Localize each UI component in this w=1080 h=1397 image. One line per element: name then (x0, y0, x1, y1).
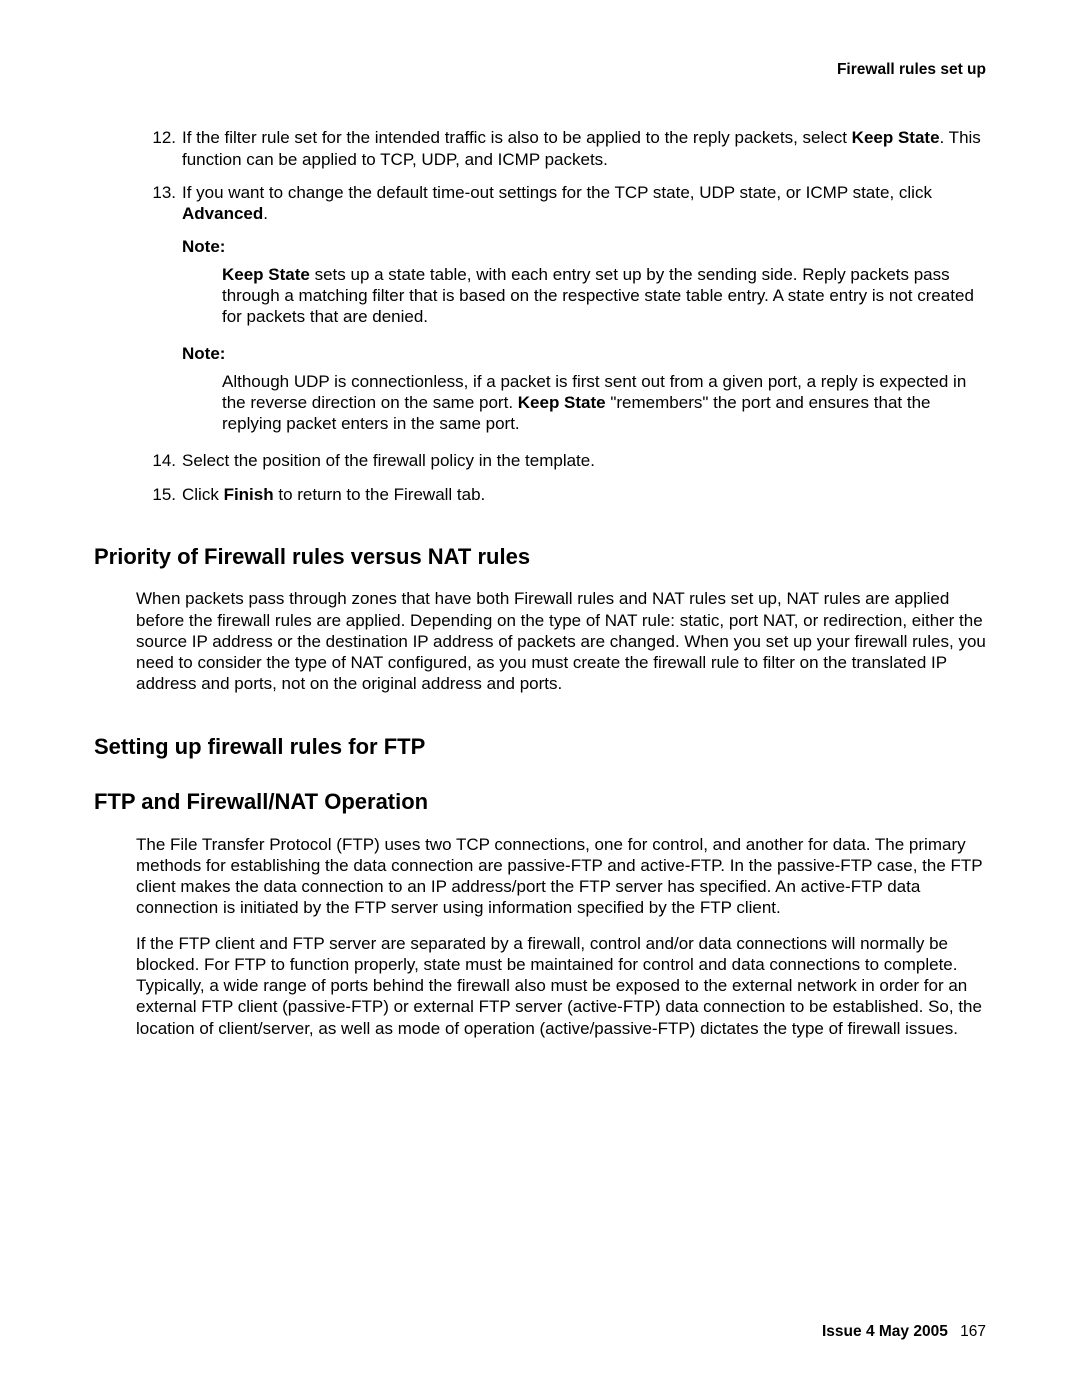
priority-body: When packets pass through zones that hav… (136, 588, 986, 694)
step-14: 14. Select the position of the firewall … (94, 450, 986, 471)
text: If you want to change the default time-o… (182, 183, 932, 202)
step-body: Select the position of the firewall poli… (182, 450, 986, 471)
keep-state-term: Keep State (518, 393, 606, 412)
step-12: 12. If the filter rule set for the inten… (94, 127, 986, 170)
ftp-operation-heading: FTP and Firewall/NAT Operation (94, 788, 986, 816)
keep-state-term: Keep State (222, 265, 310, 284)
step-number: 14. (146, 450, 176, 471)
ftp-setup-heading: Setting up firewall rules for FTP (94, 733, 986, 761)
advanced-term: Advanced (182, 204, 263, 223)
step-number: 15. (146, 484, 176, 505)
step-number: 13. (146, 182, 176, 225)
step-13: 13. If you want to change the default ti… (94, 182, 986, 225)
text: Select the position of the firewall poli… (182, 451, 595, 470)
step-number: 12. (146, 127, 176, 170)
text: If the filter rule set for the intended … (182, 128, 852, 147)
text: . (263, 204, 268, 223)
step-body: Click Finish to return to the Firewall t… (182, 484, 986, 505)
step-body: If you want to change the default time-o… (182, 182, 986, 225)
step-body: If the filter rule set for the intended … (182, 127, 986, 170)
note-body-1: Keep State sets up a state table, with e… (222, 264, 986, 328)
note-body-2: Although UDP is connectionless, if a pac… (222, 371, 986, 435)
step-15: 15. Click Finish to return to the Firewa… (94, 484, 986, 505)
keep-state-term: Keep State (852, 128, 940, 147)
finish-term: Finish (224, 485, 274, 504)
page-footer: Issue 4 May 2005 167 (822, 1322, 986, 1341)
note-label-1: Note: (182, 236, 986, 257)
issue-date: Issue 4 May 2005 (822, 1323, 948, 1340)
text: sets up a state table, with each entry s… (222, 265, 974, 327)
page-header: Firewall rules set up (94, 60, 986, 79)
ftp-operation-p2: If the FTP client and FTP server are sep… (136, 933, 986, 1039)
page-number: 167 (960, 1323, 986, 1340)
header-title: Firewall rules set up (837, 61, 986, 78)
text: to return to the Firewall tab. (274, 485, 486, 504)
ftp-operation-p1: The File Transfer Protocol (FTP) uses tw… (136, 834, 986, 919)
priority-heading: Priority of Firewall rules versus NAT ru… (94, 543, 986, 571)
text: Click (182, 485, 224, 504)
note-label-2: Note: (182, 343, 986, 364)
page-content: Firewall rules set up 12. If the filter … (0, 0, 1080, 1039)
